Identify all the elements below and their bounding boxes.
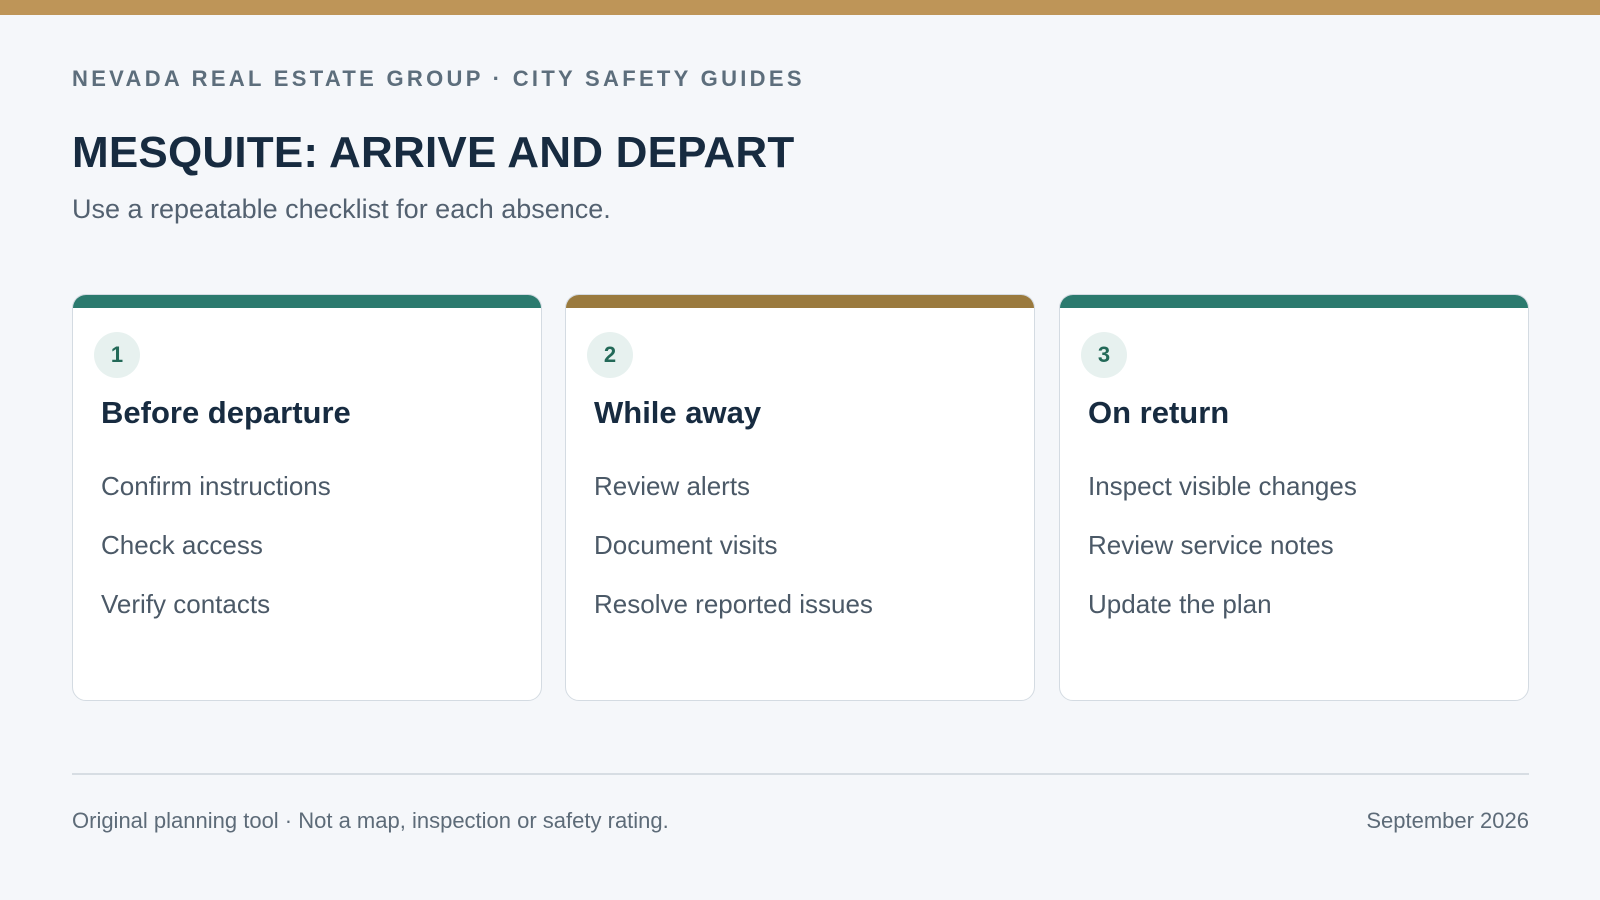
card-before-departure: 1 Before departure Confirm instructions … xyxy=(72,294,542,701)
checklist-item: Confirm instructions xyxy=(101,471,331,501)
step-number-badge: 2 xyxy=(587,332,633,378)
footer-divider xyxy=(72,773,1529,775)
checklist-cards: 1 Before departure Confirm instructions … xyxy=(72,294,1529,701)
page-subtitle: Use a repeatable checklist for each abse… xyxy=(72,194,611,224)
step-number-badge: 1 xyxy=(94,332,140,378)
checklist-item: Check access xyxy=(101,530,263,560)
checklist: Review alerts Document visits Resolve re… xyxy=(594,471,873,648)
card-while-away: 2 While away Review alerts Document visi… xyxy=(565,294,1035,701)
guide-page: NEVADA REAL ESTATE GROUP · CITY SAFETY G… xyxy=(0,0,1600,900)
top-accent-band xyxy=(0,0,1600,15)
card-accent-bar xyxy=(73,295,541,308)
card-title: While away xyxy=(594,395,762,430)
checklist-item: Review alerts xyxy=(594,471,751,501)
checklist: Inspect visible changes Review service n… xyxy=(1088,471,1357,648)
page-title: MESQUITE: ARRIVE AND DEPART xyxy=(72,128,795,177)
checklist-item: Verify contacts xyxy=(101,589,271,619)
checklist-item: Update the plan xyxy=(1088,589,1272,619)
checklist-item: Resolve reported issues xyxy=(594,589,873,619)
checklist-item: Document visits xyxy=(594,530,778,560)
checklist: Confirm instructions Check access Verify… xyxy=(101,471,331,648)
checklist-item: Inspect visible changes xyxy=(1088,471,1357,501)
card-title: On return xyxy=(1088,395,1230,430)
card-title: Before departure xyxy=(101,395,351,430)
step-number-badge: 3 xyxy=(1081,332,1127,378)
checklist-item: Review service notes xyxy=(1088,530,1334,560)
card-accent-bar xyxy=(566,295,1034,308)
footer-date: September 2026 xyxy=(1366,808,1529,833)
footer-disclaimer: Original planning tool · Not a map, insp… xyxy=(72,808,669,833)
card-accent-bar xyxy=(1060,295,1528,308)
card-on-return: 3 On return Inspect visible changes Revi… xyxy=(1059,294,1529,701)
eyebrow-label: NEVADA REAL ESTATE GROUP · CITY SAFETY G… xyxy=(72,66,805,91)
